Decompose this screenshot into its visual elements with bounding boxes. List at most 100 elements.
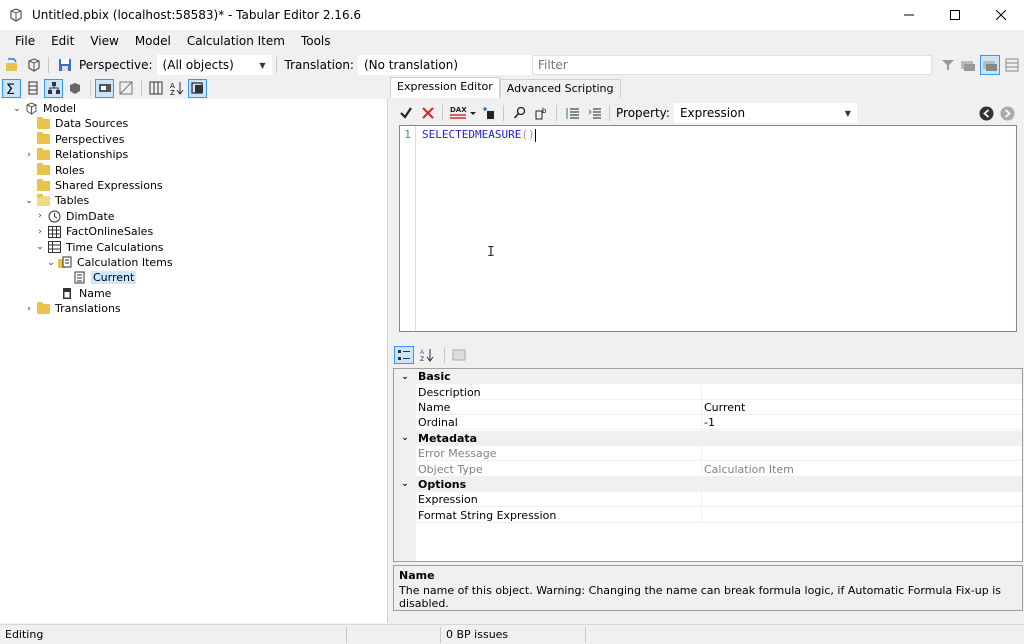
tree-node-perspectives[interactable]: Perspectives [24, 132, 124, 147]
minimize-button[interactable] [886, 0, 932, 30]
menu-view[interactable]: View [82, 34, 126, 48]
app-icon [8, 7, 24, 23]
property-value[interactable] [701, 492, 1022, 508]
alphabetical-icon[interactable]: AZ [417, 346, 437, 364]
chevron-down-icon[interactable]: ⌄ [46, 258, 56, 268]
property-dropdown[interactable]: Expression ▼ [673, 103, 857, 123]
tree-node-label: Time Calculations [66, 240, 164, 254]
tree-node-time-calculations[interactable]: ⌄ Time Calculations [35, 240, 164, 255]
property-row[interactable]: Expression [394, 492, 1022, 508]
property-row[interactable]: Error Message [394, 446, 1022, 462]
find-icon[interactable] [510, 103, 530, 123]
status-bp-issues[interactable]: 0 BP issues [441, 626, 586, 643]
chevron-right-icon[interactable]: › [24, 150, 34, 160]
tree-node-translations[interactable]: › Translations [24, 301, 121, 316]
accept-icon[interactable] [396, 103, 416, 123]
tree-node-data-sources[interactable]: Data Sources [24, 116, 128, 131]
svg-text:Z: Z [170, 89, 175, 95]
tree-node-factonlinesales[interactable]: › FactOnlineSales [35, 224, 153, 239]
cancel-icon[interactable] [418, 103, 438, 123]
tree-node-current[interactable]: Current [60, 270, 137, 285]
translation-dropdown[interactable]: (No translation) ▼ [357, 55, 550, 75]
chevron-down-icon[interactable]: ⌄ [394, 433, 416, 443]
property-name: Object Type [416, 462, 700, 477]
comment-icon[interactable] [563, 103, 583, 123]
filter-icon[interactable] [938, 55, 958, 75]
property-row[interactable]: Description [394, 384, 1022, 400]
view-icon[interactable] [958, 55, 978, 75]
category-options[interactable]: ⌄ Options [394, 476, 1022, 493]
main-toolbar: Perspective: (All objects) ▼ Translation… [0, 53, 1024, 77]
property-row[interactable]: Object Type Calculation Item [394, 461, 1022, 477]
property-value[interactable]: Current [701, 399, 1022, 415]
property-name: Expression [416, 492, 700, 508]
chevron-right-icon[interactable]: › [35, 211, 45, 221]
category-metadata[interactable]: ⌄ Metadata [394, 430, 1022, 446]
tree-node-calculation-items[interactable]: ⌄ Calculation Items [46, 255, 172, 270]
cube-icon[interactable] [65, 79, 84, 98]
uncomment-icon[interactable] [585, 103, 605, 123]
tree-node-roles[interactable]: Roles [24, 163, 84, 178]
tree-node-relationships[interactable]: › Relationships [24, 147, 128, 162]
toolbar-separator [503, 105, 504, 121]
sigma-icon[interactable]: Σ [2, 78, 21, 98]
menu-file[interactable]: File [7, 34, 43, 48]
columns-icon[interactable] [146, 79, 165, 98]
deploy-icon[interactable] [24, 55, 44, 75]
insert-icon[interactable] [479, 103, 499, 123]
tree-node-tables[interactable]: ⌄ Tables [24, 193, 89, 208]
view-toggle-icon[interactable] [980, 55, 1000, 75]
dax-formatter-icon[interactable]: DAX [449, 103, 477, 123]
tree-node-shared-expressions[interactable]: Shared Expressions [24, 178, 163, 193]
perspective-filter-icon[interactable] [188, 78, 207, 98]
property-row[interactable]: Ordinal -1 [394, 415, 1022, 431]
tab-expression-editor[interactable]: Expression Editor [390, 77, 500, 98]
tree-node-model[interactable]: ⌄ Model [12, 101, 76, 116]
property-row[interactable]: Format String Expression [394, 507, 1022, 523]
menu-tools[interactable]: Tools [293, 34, 339, 48]
property-value[interactable]: -1 [701, 415, 1022, 431]
tree-node-dimdate[interactable]: › DimDate [35, 209, 114, 224]
maximize-button[interactable] [932, 0, 978, 30]
sort-icon[interactable]: AZ [167, 79, 186, 98]
property-row[interactable]: Name Current [394, 399, 1022, 415]
expression-editor[interactable]: 1 SELECTEDMEASURE() [399, 125, 1017, 332]
menu-model[interactable]: Model [127, 34, 179, 48]
chevron-down-icon[interactable]: ⌄ [35, 242, 45, 252]
tree-node-name[interactable]: Name [48, 286, 111, 301]
chevron-down-icon[interactable]: ⌄ [12, 104, 22, 114]
tab-advanced-scripting[interactable]: Advanced Scripting [499, 79, 621, 98]
folder-open-icon [36, 193, 50, 207]
perspective-dropdown[interactable]: (All objects) ▼ [156, 55, 272, 75]
back-icon[interactable] [976, 103, 996, 123]
chevron-right-icon[interactable]: › [35, 227, 45, 237]
toolbar-separator [442, 105, 443, 121]
property-value[interactable] [701, 507, 1022, 523]
close-button[interactable] [978, 0, 1024, 30]
tree-node-label: Current [91, 271, 137, 285]
property-pages-icon[interactable] [449, 346, 469, 364]
open-icon[interactable] [2, 55, 22, 75]
hidden-objects-icon[interactable] [95, 78, 114, 98]
menu-edit[interactable]: Edit [43, 34, 82, 48]
forward-icon[interactable] [997, 103, 1017, 123]
category-basic[interactable]: ⌄ Basic [394, 369, 1022, 385]
folder-icon [36, 178, 50, 192]
chevron-down-icon[interactable]: ⌄ [24, 196, 34, 206]
replace-icon[interactable]: b [532, 103, 552, 123]
filter-toggle-icon[interactable] [116, 79, 135, 98]
hierarchy-icon[interactable] [44, 78, 63, 98]
perspective-label: Perspective: [79, 58, 153, 72]
property-label: Property: [616, 106, 670, 120]
menu-calculation-item[interactable]: Calculation Item [179, 34, 293, 48]
property-value[interactable] [701, 384, 1022, 400]
grid-view-icon[interactable] [1002, 55, 1022, 75]
translation-value: (No translation) [363, 58, 459, 72]
column-view-icon[interactable] [23, 79, 42, 98]
filter-input[interactable]: Filter [532, 55, 932, 75]
categorized-icon[interactable] [394, 346, 414, 364]
save-icon[interactable] [55, 55, 75, 75]
chevron-right-icon[interactable]: › [24, 304, 34, 314]
chevron-down-icon[interactable]: ⌄ [394, 479, 416, 489]
chevron-down-icon[interactable]: ⌄ [394, 372, 416, 382]
